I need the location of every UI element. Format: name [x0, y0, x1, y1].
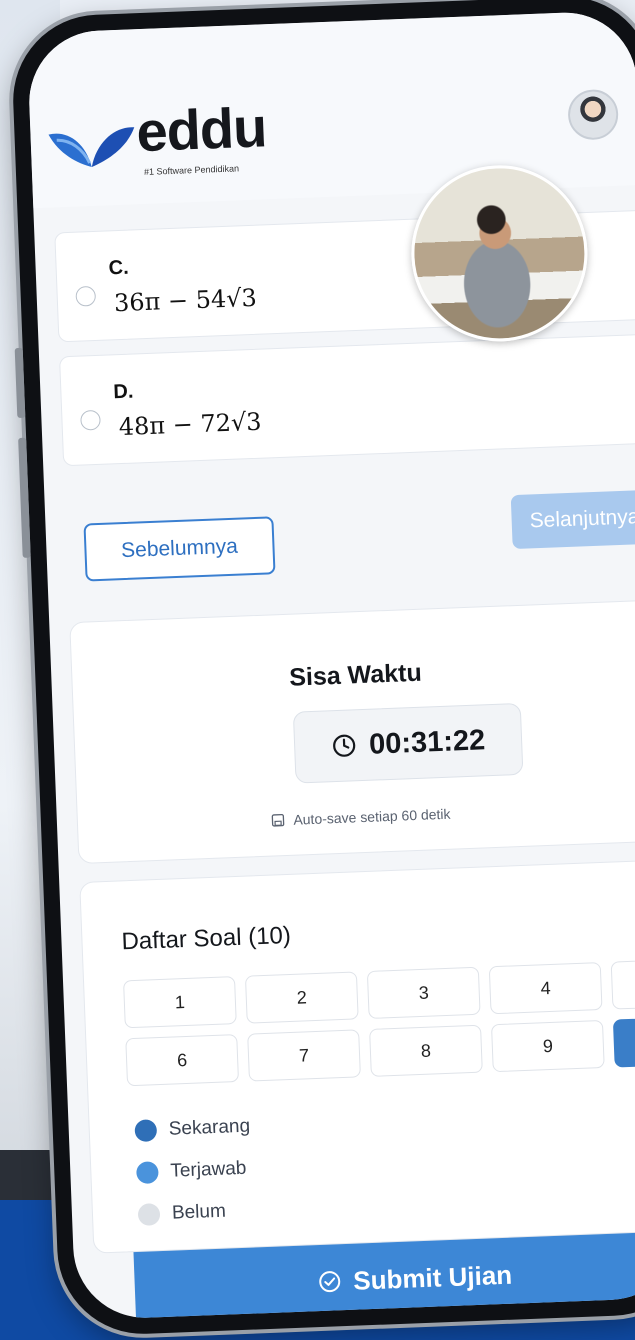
- option-d-card[interactable]: D. 48π − 72√3: [59, 333, 635, 467]
- user-avatar[interactable]: [567, 88, 620, 141]
- option-c-expression: 36π − 54√3: [113, 283, 258, 318]
- brand-name: eddu: [135, 95, 268, 164]
- question-button-5[interactable]: 5: [610, 957, 635, 1010]
- legend-label-answered: Terjawab: [169, 1157, 247, 1182]
- option-c-letter: C.: [108, 256, 130, 280]
- clock-icon: [333, 734, 356, 757]
- question-button-8[interactable]: 8: [369, 1024, 483, 1077]
- question-button-3[interactable]: 3: [366, 966, 481, 1019]
- legend-dot-unanswered: [137, 1203, 161, 1226]
- legend-label-unanswered: Belum: [171, 1200, 227, 1224]
- question-button-9[interactable]: 9: [490, 1019, 605, 1073]
- option-d-letter: D.: [113, 380, 134, 404]
- question-button-7[interactable]: 7: [247, 1029, 361, 1082]
- submit-label: Submit Ujian: [352, 1259, 513, 1296]
- legend-dot-current: [134, 1119, 158, 1143]
- next-button[interactable]: Selanjutnya: [510, 488, 635, 550]
- question-button-10[interactable]: 10: [612, 1015, 635, 1068]
- phone-frame: eddu #1 Software Pendidikan C. 36π − 54√…: [10, 0, 635, 1338]
- phone-screen: eddu #1 Software Pendidikan C. 36π − 54√…: [26, 10, 635, 1321]
- legend-answered: Terjawab: [136, 1158, 247, 1184]
- legend-unanswered: Belum: [137, 1200, 227, 1226]
- brand-tagline: #1 Software Pendidikan: [143, 163, 240, 177]
- volume-up-button: [14, 347, 26, 419]
- question-button-2[interactable]: 2: [244, 971, 359, 1024]
- question-button-6[interactable]: 6: [125, 1034, 240, 1087]
- legend-label-current: Sekarang: [168, 1115, 251, 1140]
- question-button-1[interactable]: 1: [123, 976, 237, 1029]
- option-d-radio[interactable]: [80, 409, 101, 431]
- option-d-expression: 48π − 72√3: [118, 407, 262, 442]
- option-c-radio[interactable]: [75, 285, 97, 307]
- timer-value: 00:31:22: [368, 723, 486, 761]
- legend-current: Sekarang: [134, 1115, 251, 1143]
- previous-button[interactable]: Sebelumnya: [83, 516, 276, 582]
- wing-logo-icon: [48, 127, 135, 167]
- timer-box: 00:31:22: [292, 702, 524, 784]
- legend-dot-answered: [136, 1161, 159, 1184]
- check-circle-icon: [318, 1271, 340, 1293]
- save-icon: [272, 813, 285, 827]
- question-button-4[interactable]: 4: [488, 962, 603, 1015]
